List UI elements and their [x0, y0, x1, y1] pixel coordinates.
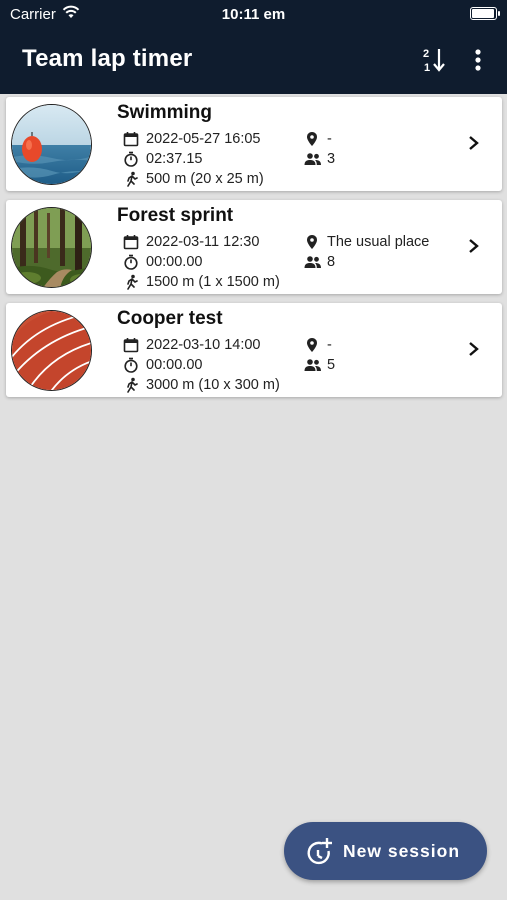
sort-numeric-icon: 2 1	[423, 48, 445, 74]
stopwatch-icon	[124, 151, 138, 167]
running-icon	[127, 274, 138, 290]
chevron-right-icon	[469, 136, 479, 150]
status-time: 10:11 em	[221, 6, 286, 23]
calendar-icon	[123, 235, 139, 250]
svg-text:2: 2	[423, 48, 429, 60]
chevron-right-icon	[469, 342, 479, 356]
session-image	[11, 207, 92, 288]
session-title: Cooper test	[117, 308, 223, 329]
people-icon	[304, 256, 321, 268]
status-bar: Carrier 10:11 em	[0, 0, 507, 28]
calendar-icon	[123, 132, 139, 147]
location-pin-icon	[307, 235, 317, 249]
running-icon	[127, 377, 138, 393]
session-title: Forest sprint	[117, 205, 234, 226]
people-icon	[304, 153, 321, 165]
session-card[interactable]: Cooper test 2022-03-10 14:00 00:00.00 30…	[6, 303, 502, 397]
battery-icon	[470, 7, 500, 20]
session-image	[11, 104, 92, 185]
more-vert-icon	[475, 49, 481, 71]
sort-button[interactable]: 2 1	[420, 46, 448, 74]
more-options-button[interactable]	[466, 46, 490, 74]
session-title: Swimming	[117, 102, 213, 123]
calendar-icon	[123, 338, 139, 353]
running-track-photo	[12, 311, 91, 390]
session-list: Swimming 2022-05-27 16:05 02:37.15 500 m…	[6, 97, 502, 406]
location-pin-icon	[307, 132, 317, 146]
app-header: Carrier 10:11 em Team lap timer 2 1	[0, 0, 507, 94]
chevron-right-icon	[469, 239, 479, 253]
session-card[interactable]: Swimming 2022-05-27 16:05 02:37.15 500 m…	[6, 97, 502, 191]
svg-text:1: 1	[424, 62, 430, 74]
session-card[interactable]: Forest sprint 2022-03-11 12:30 00:00.00 …	[6, 200, 502, 294]
new-session-button[interactable]: New session	[284, 822, 487, 880]
stopwatch-icon	[124, 254, 138, 270]
page-title: Team lap timer	[22, 45, 193, 72]
forest-trail-photo	[12, 208, 91, 287]
session-image	[11, 310, 92, 391]
running-icon	[127, 171, 138, 187]
new-session-label: New session	[343, 841, 461, 861]
stopwatch-icon	[124, 357, 138, 373]
people-icon	[304, 359, 321, 371]
location-pin-icon	[307, 338, 317, 352]
timer-plus-icon	[307, 838, 332, 865]
swimming-buoy-photo	[12, 105, 91, 184]
